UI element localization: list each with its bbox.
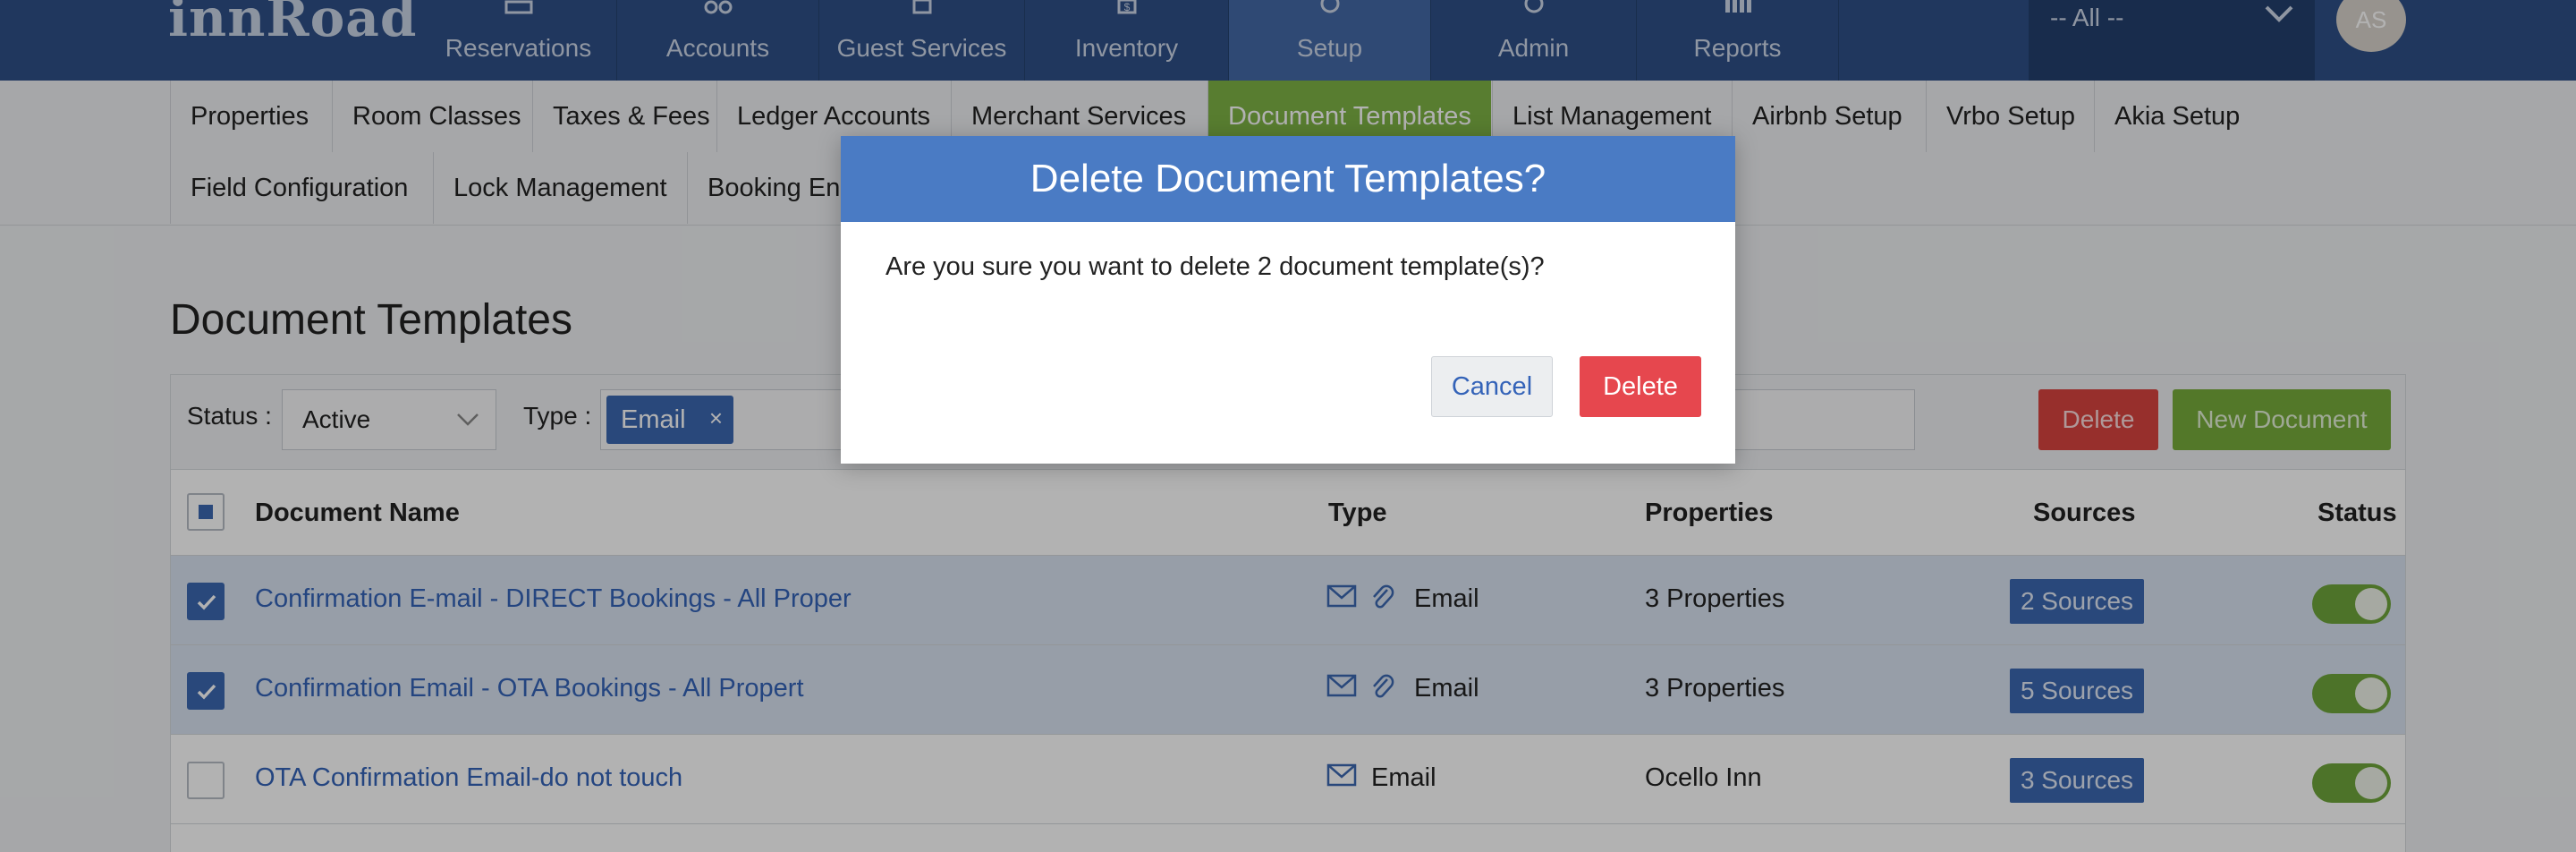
dialog-message: Are you sure you want to delete 2 docume… <box>886 252 1545 281</box>
dialog-title: Delete Document Templates? <box>841 136 1735 222</box>
confirm-delete-button[interactable]: Delete <box>1580 356 1701 417</box>
delete-confirm-dialog: Delete Document Templates? Are you sure … <box>841 136 1735 464</box>
cancel-button[interactable]: Cancel <box>1431 356 1553 417</box>
